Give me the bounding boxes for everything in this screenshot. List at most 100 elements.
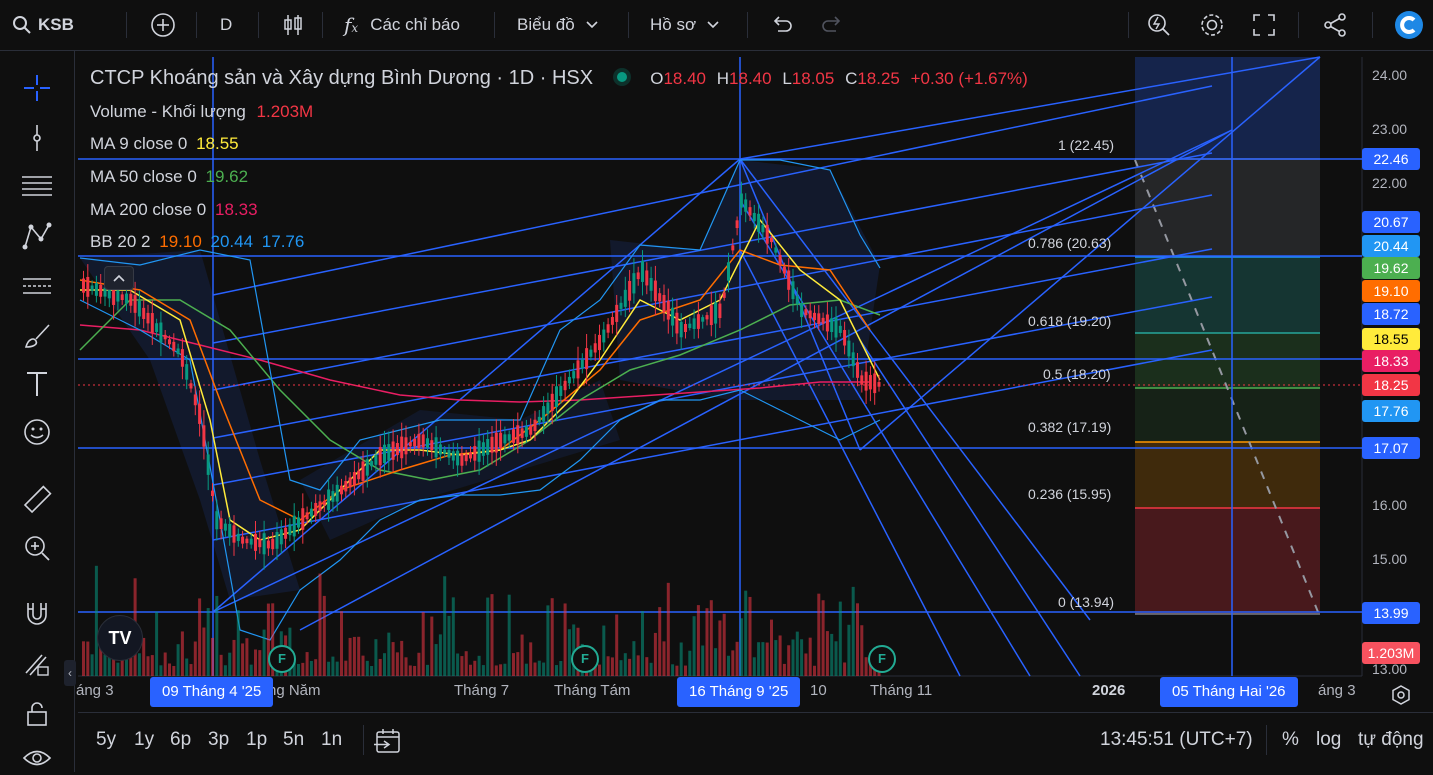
candle-body	[254, 533, 257, 551]
candle-body	[297, 517, 300, 528]
range-3m[interactable]: 3p	[208, 729, 229, 751]
price-axis-label: 19.10	[1362, 280, 1420, 302]
candle-body	[348, 477, 352, 488]
candle-body	[481, 442, 485, 456]
price-axis-label: 20.67	[1362, 211, 1420, 233]
collapse-legend-button[interactable]	[104, 266, 134, 290]
volume-bar	[696, 605, 700, 676]
range-1d[interactable]: 1n	[321, 729, 342, 751]
candle-body	[666, 300, 670, 320]
candle-body	[825, 314, 829, 332]
volume-bar	[821, 600, 825, 676]
log-toggle[interactable]: log	[1316, 729, 1341, 751]
volume-bar	[391, 642, 395, 676]
time-tick: 10	[810, 682, 827, 699]
candle-body	[473, 446, 477, 461]
volume-bar	[731, 650, 735, 676]
candle-body	[804, 309, 808, 316]
candle-body	[735, 220, 739, 229]
volume-bar	[421, 612, 425, 676]
volume-bar	[176, 644, 180, 676]
volume-bar	[555, 665, 558, 676]
volume-bar	[331, 656, 335, 676]
candle-body	[352, 472, 356, 486]
volume-label: Volume - Khối lượng	[90, 102, 246, 121]
candle-body	[795, 296, 799, 305]
volume-bar	[215, 595, 219, 676]
price-axis-label: 1.203M	[1362, 642, 1420, 664]
range-1y[interactable]: 1y	[134, 729, 154, 751]
volume-bar	[851, 586, 855, 676]
candle-body	[460, 453, 464, 466]
fib-level-0786: 0.786 (20.63)	[1028, 235, 1112, 251]
time-marker-1: 09 Tháng 4 '25	[150, 677, 274, 707]
candle-body	[284, 527, 288, 539]
volume-bar	[361, 655, 365, 676]
tradingview-logo[interactable]: TV	[97, 615, 143, 661]
price-axis-label: 18.33	[1362, 350, 1420, 372]
candle-body	[211, 490, 214, 497]
volume-bar	[86, 641, 90, 676]
clock-timezone[interactable]: 13:45:51 (UTC+7)	[1100, 729, 1253, 751]
percent-toggle[interactable]: %	[1282, 729, 1299, 751]
volume-bar	[370, 665, 374, 676]
earnings-marker[interactable]: F	[268, 645, 296, 673]
earnings-marker[interactable]: F	[571, 645, 599, 673]
low-value: 18.05	[791, 69, 835, 88]
volume-bar	[344, 660, 348, 676]
candle-body	[641, 261, 644, 282]
bb-legend[interactable]: BB 20 2 19.10 20.44 17.76	[90, 232, 304, 252]
candle-body	[679, 321, 683, 338]
earnings-marker[interactable]: F	[868, 645, 896, 673]
candle-body	[671, 307, 675, 326]
range-5d[interactable]: 5n	[283, 729, 304, 751]
volume-bar	[567, 629, 571, 676]
candle-body	[520, 428, 524, 438]
volume-bar	[352, 636, 356, 676]
candle-body	[692, 318, 696, 330]
candle-body	[688, 323, 692, 329]
fib-zone	[1135, 508, 1320, 614]
ma50-legend[interactable]: MA 50 close 0 19.62	[90, 167, 248, 187]
candle-body	[447, 449, 451, 458]
volume-bar	[150, 655, 154, 676]
price-tick: 15.00	[1372, 551, 1408, 567]
goto-date-button[interactable]	[374, 727, 402, 761]
candle-body	[653, 280, 657, 302]
candle-body	[696, 314, 700, 329]
symbol-title[interactable]: CTCP Khoáng sản và Xây dựng Bình Dương ·…	[90, 67, 593, 89]
open-label: O	[650, 69, 664, 88]
volume-bar	[735, 641, 739, 676]
fib-zone	[1135, 442, 1320, 508]
candle-body	[90, 285, 94, 291]
range-5y[interactable]: 5y	[96, 729, 116, 751]
candle-body	[602, 329, 606, 343]
candle-body	[778, 255, 782, 266]
range-6m[interactable]: 6p	[170, 729, 191, 751]
candle-body	[275, 532, 279, 549]
range-1m[interactable]: 1p	[246, 729, 267, 751]
candle-body	[193, 394, 197, 406]
ma9-value: 18.55	[196, 134, 239, 153]
volume-legend[interactable]: Volume - Khối lượng 1.203M	[90, 102, 313, 122]
candle-body	[516, 425, 520, 444]
auto-scale-toggle[interactable]: tự động	[1358, 729, 1424, 751]
axis-settings-button[interactable]	[1390, 684, 1412, 711]
volume-bar	[486, 597, 490, 676]
ma200-legend[interactable]: MA 200 close 0 18.33	[90, 200, 258, 220]
candle-body	[413, 438, 417, 447]
candle-body	[739, 193, 743, 208]
candle-body	[782, 266, 786, 274]
candle-body	[636, 272, 640, 280]
candle-body	[563, 380, 567, 391]
ma9-legend[interactable]: MA 9 close 0 18.55	[90, 134, 239, 154]
volume-bar	[206, 608, 210, 676]
candle-body	[365, 459, 369, 476]
candle-body	[155, 323, 159, 332]
bottom-toolbar: 5y 1y 6p 3p 1p 5n 1n 13:45:51 (UTC+7) % …	[78, 712, 1433, 773]
price-axis-label: 20.44	[1362, 235, 1420, 257]
candle-body	[120, 294, 124, 301]
candle-body	[507, 434, 511, 441]
candle-body	[395, 443, 399, 456]
candle-body	[490, 436, 494, 453]
